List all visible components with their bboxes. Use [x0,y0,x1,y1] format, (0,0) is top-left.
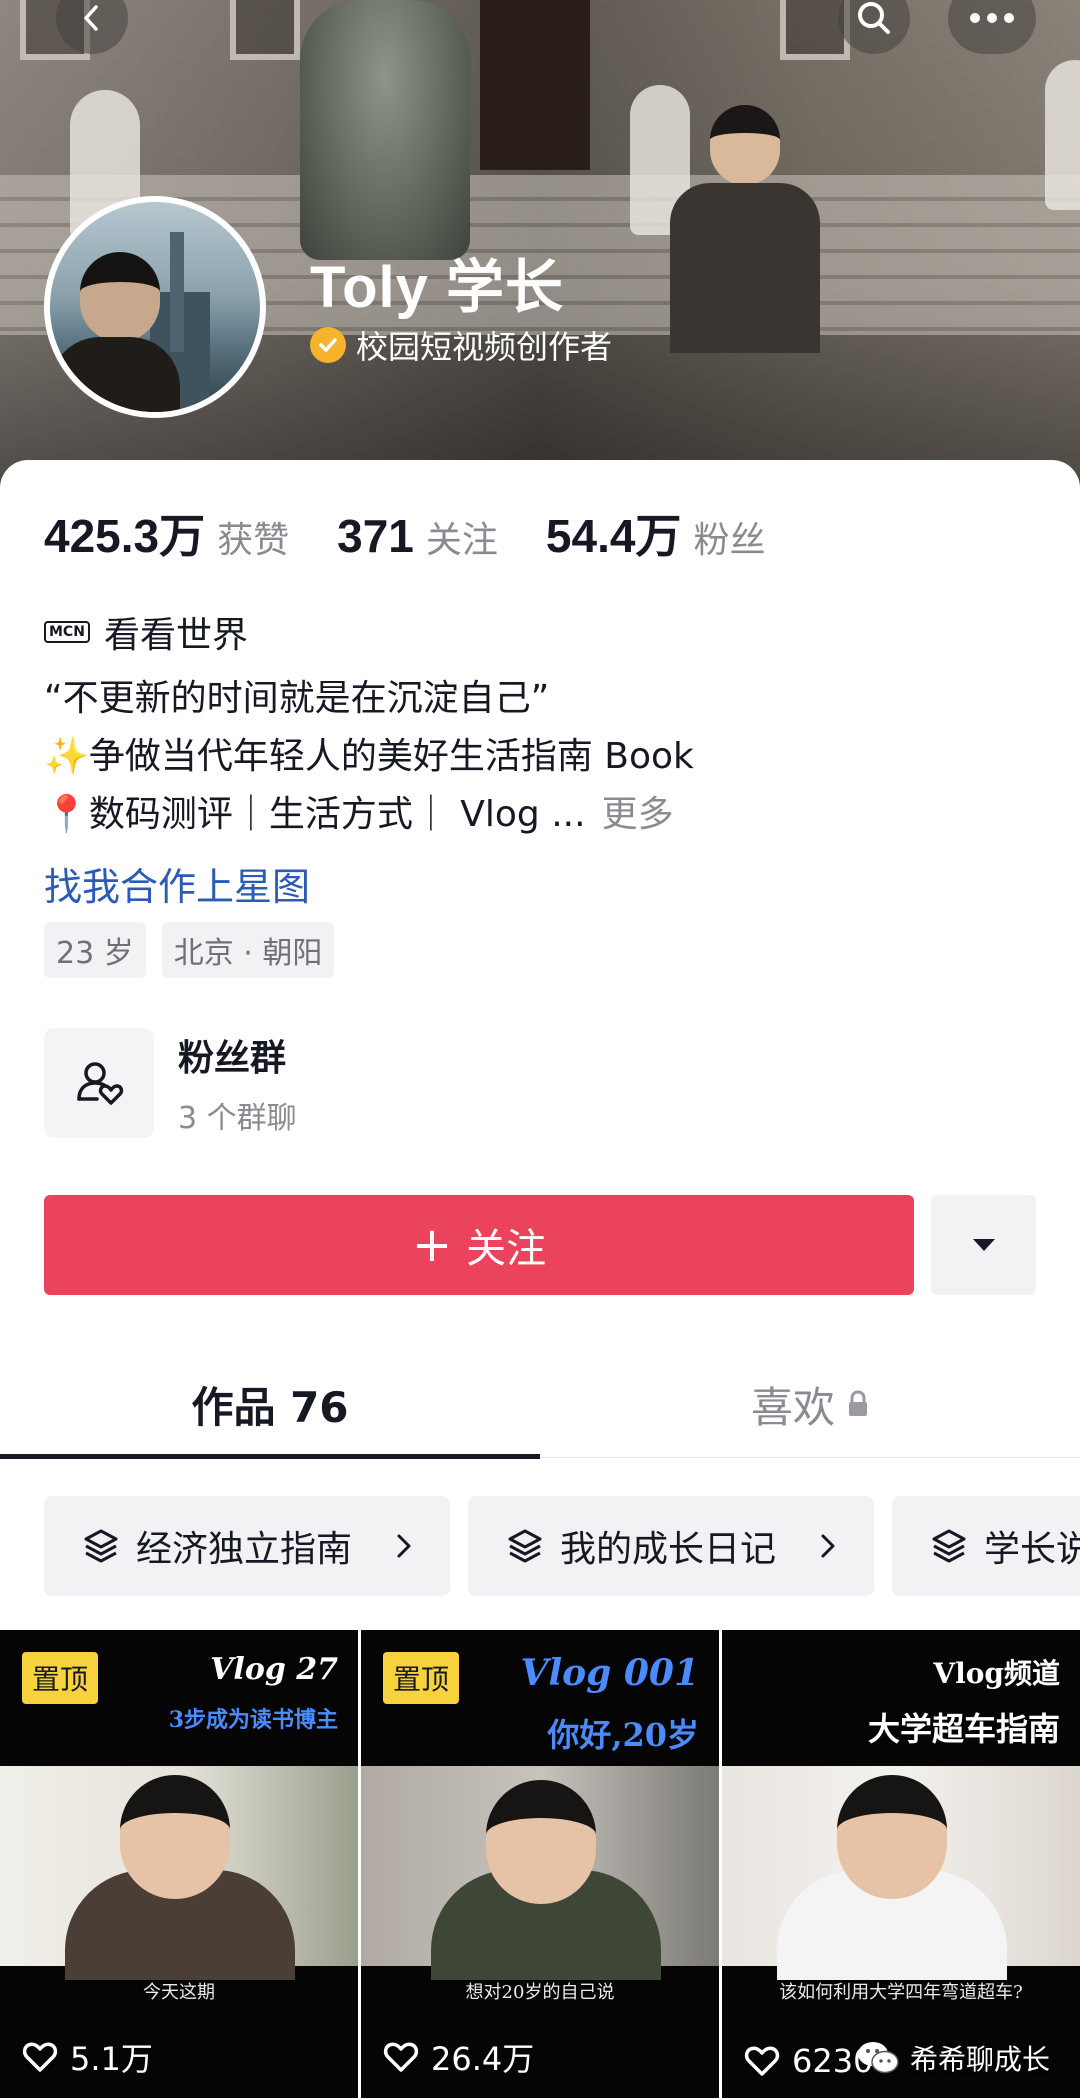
fan-group-title: 粉丝群 [178,1038,287,1079]
stat-following[interactable]: 371 关注 [337,509,498,563]
cover-window [230,0,300,60]
heart-icon [383,2042,419,2072]
stat-value: 425.3万 [44,510,206,562]
chevron-right-icon [821,1534,835,1558]
bio-line-3: 📍数码测评｜生活方式｜ Vlog ... 更多 [44,786,694,844]
pinned-badge: 置顶 [22,1652,99,1704]
back-arrow-icon [84,5,98,31]
bio-line: 📍数码测评｜生活方式｜ Vlog ... [44,794,586,835]
stat-value: 54.4万 [545,510,682,562]
video-likes: 5.1万 [22,2034,153,2080]
stats-row: 425.3万 获赞 371 关注 54.4万 粉丝 [44,500,813,566]
tab-works[interactable]: 作品 76 [0,1350,540,1458]
verified-check-icon [310,327,346,363]
plus-icon: + [411,1217,453,1273]
chevron-right-icon [397,1534,411,1558]
verified-badge: 校园短视频创作者 [310,322,612,368]
video-caption: 想对20岁的自己说 [465,1982,615,2003]
lock-icon [849,1390,867,1416]
location-tag: 北京 · 朝阳 [161,922,335,978]
tab-works-label: 作品 76 [191,1382,349,1432]
collection-item[interactable]: 经济独立指南 [44,1496,450,1596]
username: Toly 学长 [310,255,565,320]
cover-statue [1045,60,1080,210]
tab-likes-label: 喜欢 [750,1382,835,1432]
tab-likes[interactable]: 喜欢 [540,1350,1080,1458]
profile-tags: 23 岁 北京 · 朝阳 [44,922,350,978]
mcn-row[interactable]: MCN 看看世界 [44,606,248,658]
avatar[interactable] [44,196,266,418]
watermark-text: 希希聊成长 [910,2043,1051,2076]
recommend-dropdown-button[interactable] [931,1195,1036,1295]
video-caption: 今天这期 [143,1982,215,2003]
age-tag: 23 岁 [44,922,146,978]
video-title: Vlog 27 [210,1652,338,1687]
video-subtitle: 你好,20岁 [547,1716,699,1754]
collections-row: 经济独立指南 我的成长日记 学长说 [44,1496,1080,1596]
cooperation-link[interactable]: 找我合作上星图 [44,856,310,911]
video-frame [486,1780,596,1904]
layers-icon [508,1529,542,1563]
triangle-down-icon [972,1239,995,1251]
watermark: 希希聊成长 [856,2038,1050,2078]
wechat-icon [858,2042,899,2074]
verified-label: 校园短视频创作者 [356,328,613,366]
active-tab-indicator [0,1454,540,1459]
bio-line: ✨争做当代年轻人的美好生活指南 Book [44,736,694,777]
video-frame [837,1775,947,1899]
video-thumbnail[interactable]: 置顶 Vlog 27 3步成为读书博主 今天这期 5.1万 [0,1630,358,2098]
heart-icon [22,2042,58,2072]
collection-label: 学长说 [984,1529,1080,1570]
profile-card: 425.3万 获赞 371 关注 54.4万 粉丝 MCN 看看世界 “不更新的… [0,460,1080,2098]
bio-more-link[interactable]: 更多 [602,794,674,835]
collection-label: 经济独立指南 [136,1529,353,1570]
like-count: 26.4万 [431,2040,535,2078]
video-thumbnail[interactable]: 置顶 Vlog 001 你好,20岁 想对20岁的自己说 26.4万 [361,1630,719,2098]
stat-label: 获赞 [217,520,290,561]
video-caption: 该如何利用大学四年弯道超车? [779,1982,1023,2003]
video-likes: 26.4万 [383,2034,534,2080]
collection-item[interactable]: 我的成长日记 [468,1496,874,1596]
collection-label: 我的成长日记 [560,1529,777,1570]
bio: “不更新的时间就是在沉淀自己” ✨争做当代年轻人的美好生活指南 Book 📍数码… [44,670,694,844]
video-frame [120,1775,230,1899]
follow-label: 关注 [466,1226,547,1272]
video-grid: 置顶 Vlog 27 3步成为读书博主 今天这期 5.1万 置顶 Vlog 00… [0,1630,1080,2098]
video-subtitle: 3步成为读书博主 [168,1707,338,1733]
layers-icon [84,1529,118,1563]
heart-icon [744,2046,780,2076]
cover-door [480,0,590,170]
fan-group-entry[interactable]: 粉丝群 3 个群聊 [44,1028,297,1138]
video-subtitle: 大学超车指南 [867,1710,1060,1748]
layers-icon [932,1529,966,1563]
collection-item[interactable]: 学长说 [892,1496,1080,1596]
stat-label: 关注 [425,520,498,561]
video-likes: 6230 [744,2042,873,2080]
mcn-icon: MCN [44,621,90,643]
search-icon [858,2,890,34]
bio-line: “不更新的时间就是在沉淀自己” [44,678,550,719]
profile-tabs: 作品 76 喜欢 [0,1350,1080,1459]
pinned-badge: 置顶 [383,1652,460,1704]
mcn-name: 看看世界 [103,615,248,656]
video-title: Vlog 001 [520,1652,699,1694]
like-count: 5.1万 [70,2040,153,2078]
fan-group-subtitle: 3 个群聊 [178,1101,297,1136]
video-thumbnail[interactable]: Vlog频道 大学超车指南 该如何利用大学四年弯道超车? 6230 [722,1630,1080,2098]
more-dots-icon [970,13,1014,23]
cover-lamp [300,0,470,260]
video-title: Vlog频道 [933,1657,1060,1690]
stat-label: 粉丝 [693,520,766,561]
stat-likes[interactable]: 425.3万 获赞 [44,500,289,566]
cover-person [660,105,830,353]
stat-value: 371 [337,510,414,562]
stat-followers[interactable]: 54.4万 粉丝 [546,500,766,566]
fan-group-icon [44,1028,154,1138]
follow-button[interactable]: + 关注 [44,1195,914,1295]
